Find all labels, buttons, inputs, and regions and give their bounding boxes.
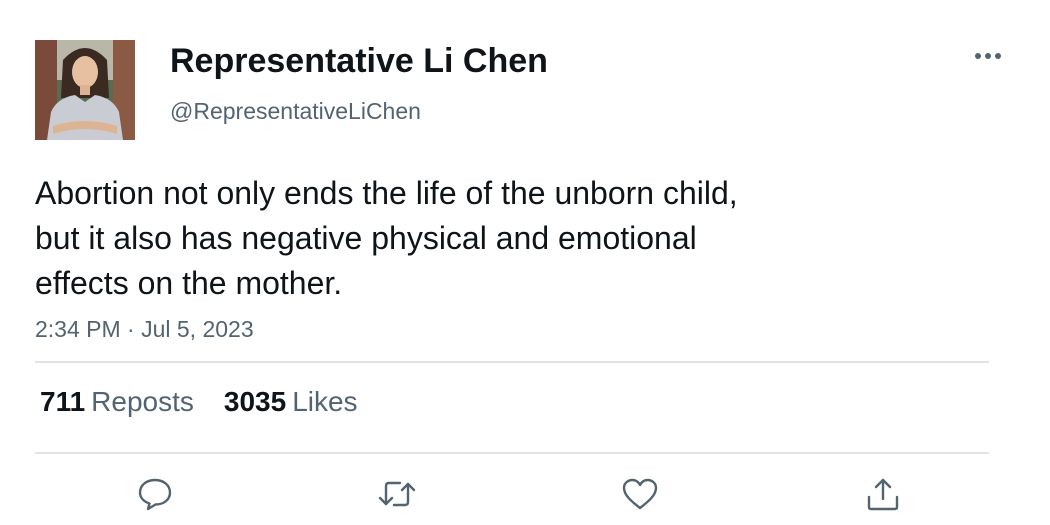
divider xyxy=(35,452,989,454)
engagement-stats: 711 Reposts 3035 Likes xyxy=(40,386,358,418)
tweet-text-line: but it also has negative physical and em… xyxy=(35,220,697,256)
repost-button[interactable] xyxy=(376,474,418,514)
repost-icon xyxy=(378,481,416,507)
divider xyxy=(35,361,989,363)
tweet-text-line: effects on the mother. xyxy=(35,265,343,301)
tweet-text-line: Abortion not only ends the life of the u… xyxy=(35,175,738,211)
tweet-timestamp[interactable]: 2:34 PM · Jul 5, 2023 xyxy=(35,316,254,343)
more-options-button[interactable] xyxy=(968,40,1008,72)
tweet-text: Abortion not only ends the life of the u… xyxy=(35,171,935,306)
avatar-photo xyxy=(35,40,135,140)
reposts-stat[interactable]: 711 Reposts xyxy=(40,386,194,418)
share-button[interactable] xyxy=(862,474,904,514)
likes-label: Likes xyxy=(292,386,358,417)
user-handle[interactable]: @RepresentativeLiChen xyxy=(170,98,421,125)
reposts-count: 711 xyxy=(40,386,86,417)
likes-stat[interactable]: 3035 Likes xyxy=(224,386,358,418)
avatar[interactable] xyxy=(35,40,135,140)
reposts-label: Reposts xyxy=(91,386,194,417)
reply-button[interactable] xyxy=(134,474,176,514)
share-icon xyxy=(867,478,899,511)
reply-icon xyxy=(138,478,172,511)
like-icon xyxy=(622,478,658,510)
likes-count: 3035 xyxy=(223,386,287,417)
more-icon xyxy=(975,53,1001,59)
display-name[interactable]: Representative Li Chen xyxy=(170,42,548,81)
like-button[interactable] xyxy=(619,474,661,514)
